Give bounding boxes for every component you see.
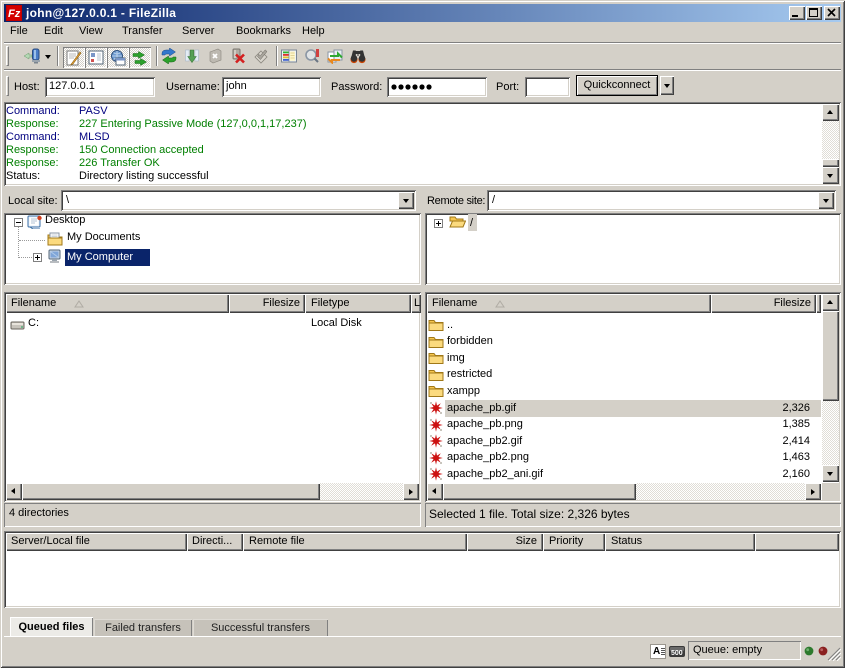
svg-text:500: 500 [671,650,683,657]
svg-text:Fz: Fz [8,8,21,20]
